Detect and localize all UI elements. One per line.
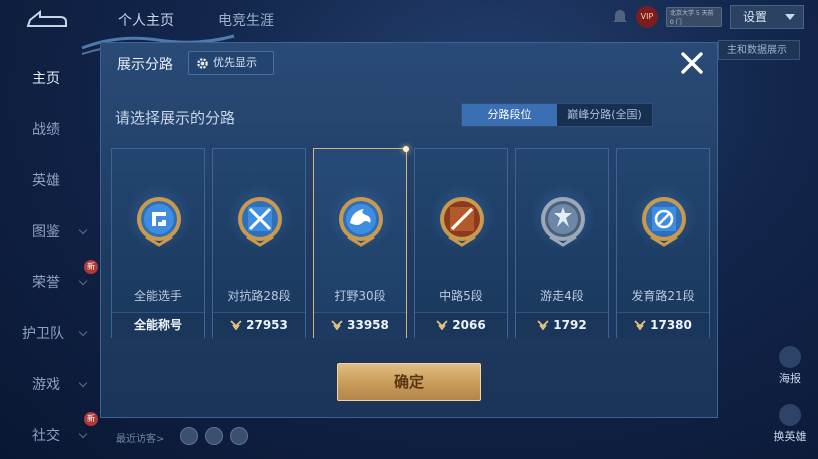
lane-card-label: 发育路21段 — [631, 289, 695, 303]
lane-display-modal: 展示分路 优先显示 请选择展示的分路 分路段位 巅峰分路(全国) 全能选手 全能… — [100, 42, 718, 418]
poster-button[interactable]: 海报 — [768, 346, 812, 386]
background-data-display-button[interactable]: 主和数据展示 — [718, 40, 800, 60]
sidebar-item-home[interactable]: 主页 — [32, 68, 60, 88]
recent-visitors-link[interactable]: 最近访客> — [116, 430, 164, 445]
settings-label: 设置 — [743, 10, 768, 24]
sidebar-item-social[interactable]: 社交 — [32, 425, 88, 445]
visitor-avatar[interactable] — [205, 427, 223, 445]
lane-segment-tabs: 分路段位 巅峰分路(全国) — [461, 103, 653, 127]
lane-card-value: 17380 — [617, 312, 709, 338]
tab-profile[interactable]: 个人主页 — [118, 10, 174, 30]
lane-card-value: 27953 — [213, 312, 305, 338]
priority-display-button[interactable]: 优先显示 — [188, 51, 274, 75]
rank-chevron-icon — [436, 320, 448, 330]
rank-chevron-icon — [331, 320, 343, 330]
clash-lane-badge-icon — [238, 197, 282, 247]
sidebar: 主页 战绩 英雄 图鉴 荣誉 新 护卫队 游戏 社交 新 — [0, 50, 98, 459]
modal-subtitle: 请选择展示的分路 — [115, 109, 236, 127]
lane-card-label: 游走4段 — [540, 289, 584, 303]
status-text: 北京大学 5 天前 0 门 — [666, 7, 722, 27]
lane-card-farm[interactable]: 发育路21段 17380 — [616, 148, 710, 338]
sidebar-item-guard-team[interactable]: 护卫队 — [22, 323, 88, 343]
change-hero-button[interactable]: 换英雄 — [768, 404, 812, 444]
close-icon[interactable] — [678, 49, 706, 77]
visitor-avatar[interactable] — [230, 427, 248, 445]
all-round-badge-icon — [137, 197, 181, 247]
confirm-button[interactable]: 确定 — [337, 363, 481, 401]
chevron-down-icon — [78, 378, 88, 388]
chevron-down-icon — [78, 276, 88, 286]
lane-card-roam[interactable]: 游走4段 1792 — [515, 148, 609, 338]
notification-bell-icon[interactable] — [612, 8, 628, 26]
sidebar-item-collection[interactable]: 图鉴 — [32, 221, 88, 241]
priority-display-label: 优先显示 — [213, 56, 257, 69]
tab-lane-rank[interactable]: 分路段位 — [462, 104, 557, 126]
lane-card-label: 中路5段 — [439, 289, 483, 303]
sidebar-item-heroes[interactable]: 英雄 — [32, 170, 60, 190]
chevron-down-icon — [785, 14, 795, 20]
top-right-controls: VIP 北京大学 5 天前 0 门 设置 — [612, 4, 804, 30]
lane-card-value: 全能称号 — [112, 312, 204, 338]
vip-badge: VIP — [636, 6, 658, 28]
selected-indicator — [403, 146, 409, 152]
rank-chevron-icon — [537, 320, 549, 330]
chevron-down-icon — [78, 429, 88, 439]
chevron-down-icon — [78, 327, 88, 337]
poster-label: 海报 — [779, 372, 801, 385]
tab-peak-lane-national[interactable]: 巅峰分路(全国) — [557, 104, 652, 126]
settings-dropdown[interactable]: 设置 — [730, 5, 804, 29]
change-hero-icon — [779, 404, 801, 426]
lane-card-jungle[interactable]: 打野30段 33958 — [313, 146, 409, 338]
sidebar-item-games[interactable]: 游戏 — [32, 374, 88, 394]
lane-card-all-round[interactable]: 全能选手 全能称号 — [111, 148, 205, 338]
modal-title: 展示分路 — [117, 57, 173, 73]
sidebar-item-honor[interactable]: 荣誉 — [32, 272, 88, 292]
visitor-avatar[interactable] — [180, 427, 198, 445]
back-arrow-icon[interactable] — [22, 6, 70, 30]
lane-card-label: 打野30段 — [334, 289, 386, 303]
modal-header: 展示分路 优先显示 — [101, 43, 717, 83]
chevron-down-icon — [78, 225, 88, 235]
poster-icon — [779, 346, 801, 368]
rank-chevron-icon — [634, 320, 646, 330]
lane-cards: 全能选手 全能称号 对抗路28段 27953 打野30段 33958 中路5段 … — [111, 146, 711, 338]
mid-lane-badge-icon — [440, 197, 484, 247]
lane-card-value: 33958 — [314, 312, 406, 338]
jungle-badge-icon — [339, 197, 383, 247]
rank-chevron-icon — [230, 320, 242, 330]
new-badge: 新 — [84, 260, 98, 274]
lane-card-value: 2066 — [415, 312, 507, 338]
roam-badge-icon — [541, 197, 585, 247]
new-badge: 新 — [84, 412, 98, 426]
lane-card-clash[interactable]: 对抗路28段 27953 — [212, 148, 306, 338]
tab-esports-career[interactable]: 电竞生涯 — [218, 10, 274, 30]
change-hero-label: 换英雄 — [773, 430, 807, 443]
sidebar-item-record[interactable]: 战绩 — [32, 119, 60, 139]
lane-card-label: 全能选手 — [133, 289, 182, 303]
lane-card-value: 1792 — [516, 312, 608, 338]
gear-icon — [197, 58, 208, 69]
farm-lane-badge-icon — [642, 197, 686, 247]
lane-card-label: 对抗路28段 — [227, 289, 291, 303]
lane-card-mid[interactable]: 中路5段 2066 — [414, 148, 508, 338]
